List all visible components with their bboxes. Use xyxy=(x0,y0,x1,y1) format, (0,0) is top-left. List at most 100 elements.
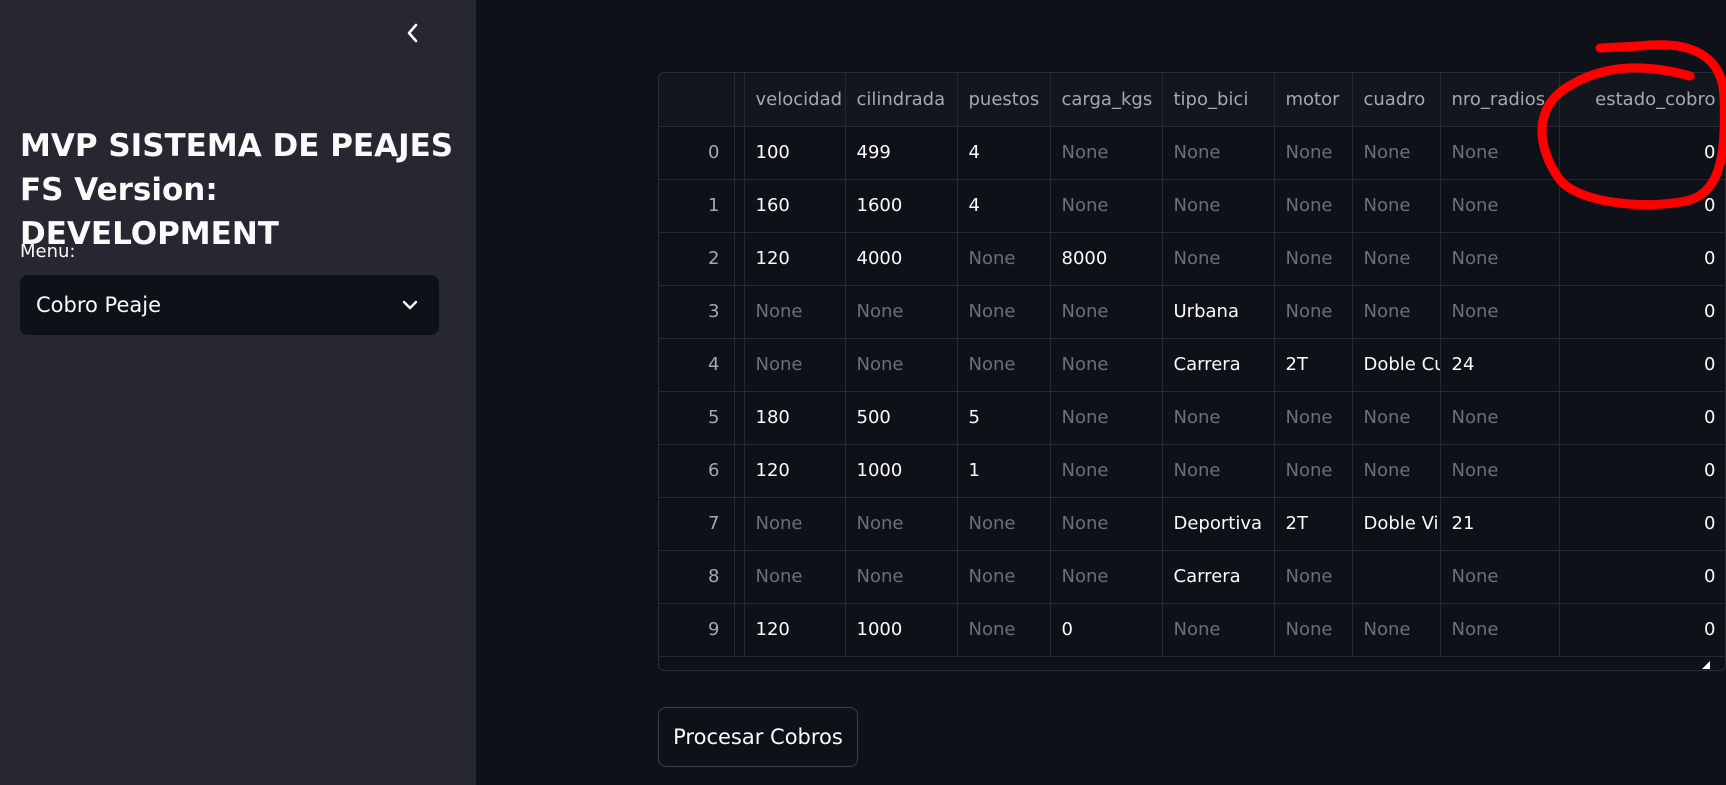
column-header-cilindrada[interactable]: cilindrada xyxy=(845,73,958,127)
table-cell[interactable]: None xyxy=(845,338,958,392)
table-cell[interactable]: None xyxy=(1050,126,1163,180)
table-cell[interactable]: None xyxy=(845,550,958,604)
table-cell[interactable]: None xyxy=(1274,550,1353,604)
table-cell[interactable]: 0 xyxy=(1559,391,1725,445)
table-cell[interactable]: None xyxy=(1274,391,1353,445)
table-cell[interactable]: 180 xyxy=(744,391,846,445)
table-cell[interactable]: None xyxy=(1050,550,1163,604)
table-cell[interactable]: 100 xyxy=(744,126,846,180)
table-cell[interactable]: 8000 xyxy=(1050,232,1163,286)
table-cell[interactable]: None xyxy=(1352,391,1441,445)
table-cell[interactable]: 4000 xyxy=(845,232,958,286)
table-cell[interactable]: 5 xyxy=(957,391,1051,445)
table-cell[interactable]: 21 xyxy=(1440,497,1560,551)
table-cell[interactable]: None xyxy=(1274,603,1353,657)
table-cell[interactable]: None xyxy=(1352,126,1441,180)
table-cell[interactable]: Doble Vi xyxy=(1352,497,1441,551)
column-header-cuadro[interactable]: cuadro xyxy=(1352,73,1441,127)
table-row[interactable]: 8 None None None None Carrera None None 0 xyxy=(659,550,1725,604)
table-cell[interactable]: 0 xyxy=(1050,603,1163,657)
table-cell[interactable]: Deportiva xyxy=(1162,497,1275,551)
table-cell[interactable]: None xyxy=(957,550,1051,604)
row-index[interactable]: 9 xyxy=(659,603,735,657)
table-cell[interactable]: None xyxy=(1352,179,1441,233)
row-index[interactable]: 2 xyxy=(659,232,735,286)
resize-handle[interactable] xyxy=(1702,661,1710,669)
table-cell[interactable]: 4 xyxy=(957,179,1051,233)
column-header-nro-radios[interactable]: nro_radios xyxy=(1440,73,1560,127)
table-cell[interactable]: 0 xyxy=(1559,497,1725,551)
table-cell[interactable]: 1000 xyxy=(845,603,958,657)
table-cell[interactable]: None xyxy=(1050,391,1163,445)
column-header-estado-cobro[interactable]: estado_cobro xyxy=(1559,73,1725,127)
table-cell[interactable]: 2T xyxy=(1274,497,1353,551)
row-index[interactable]: 8 xyxy=(659,550,735,604)
table-cell[interactable]: None xyxy=(744,497,846,551)
table-row[interactable]: 6 120 1000 1 None None None None None 0 xyxy=(659,444,1725,498)
row-index[interactable]: 4 xyxy=(659,338,735,392)
table-cell[interactable]: None xyxy=(1050,179,1163,233)
table-cell[interactable]: Carrera xyxy=(1162,550,1275,604)
column-header-velocidad[interactable]: velocidad xyxy=(744,73,846,127)
table-cell[interactable]: 0 xyxy=(1559,126,1725,180)
table-row[interactable]: 5 180 500 5 None None None None None 0 xyxy=(659,391,1725,445)
row-index[interactable]: 1 xyxy=(659,179,735,233)
table-cell[interactable]: None xyxy=(1440,126,1560,180)
table-cell[interactable]: None xyxy=(1440,603,1560,657)
table-cell[interactable]: 120 xyxy=(744,232,846,286)
table-cell[interactable]: None xyxy=(744,550,846,604)
table-cell[interactable]: 2T xyxy=(1274,338,1353,392)
table-cell[interactable]: 0 xyxy=(1559,338,1725,392)
table-row[interactable]: 9 120 1000 None 0 None None None None 0 xyxy=(659,603,1725,657)
table-cell[interactable]: 4 xyxy=(957,126,1051,180)
table-cell[interactable]: 0 xyxy=(1559,232,1725,286)
table-cell[interactable]: None xyxy=(1274,444,1353,498)
table-cell[interactable]: None xyxy=(1352,444,1441,498)
table-cell[interactable]: None xyxy=(957,497,1051,551)
table-cell[interactable]: None xyxy=(1162,603,1275,657)
table-cell[interactable]: Urbana xyxy=(1162,285,1275,339)
column-header-tipo-bici[interactable]: tipo_bici xyxy=(1162,73,1275,127)
table-cell[interactable]: 499 xyxy=(845,126,958,180)
table-cell[interactable]: 0 xyxy=(1559,603,1725,657)
table-cell[interactable]: 1000 xyxy=(845,444,958,498)
table-cell[interactable]: Carrera xyxy=(1162,338,1275,392)
table-cell[interactable]: None xyxy=(845,285,958,339)
table-cell[interactable] xyxy=(1352,550,1441,604)
table-cell[interactable]: None xyxy=(1162,232,1275,286)
column-header-carga-kgs[interactable]: carga_kgs xyxy=(1050,73,1163,127)
table-cell[interactable]: None xyxy=(1162,179,1275,233)
table-cell[interactable]: None xyxy=(1440,232,1560,286)
header-index[interactable] xyxy=(659,73,735,127)
table-cell[interactable]: 120 xyxy=(744,444,846,498)
table-cell[interactable]: 0 xyxy=(1559,550,1725,604)
table-cell[interactable]: None xyxy=(1050,285,1163,339)
table-cell[interactable]: None xyxy=(1274,179,1353,233)
table-cell[interactable]: None xyxy=(957,232,1051,286)
table-cell[interactable]: None xyxy=(957,285,1051,339)
table-cell[interactable]: None xyxy=(1274,232,1353,286)
process-charges-button[interactable]: Procesar Cobros xyxy=(658,707,858,767)
data-table[interactable]: velocidad cilindrada puestos carga_kgs tipo_… xyxy=(658,72,1726,671)
table-cell[interactable]: 1 xyxy=(957,444,1051,498)
table-cell[interactable]: None xyxy=(744,285,846,339)
menu-select[interactable]: Cobro Peaje xyxy=(20,275,439,335)
table-cell[interactable]: Doble Cu xyxy=(1352,338,1441,392)
table-cell[interactable]: None xyxy=(1440,444,1560,498)
table-cell[interactable]: None xyxy=(1352,603,1441,657)
table-cell[interactable]: None xyxy=(1050,497,1163,551)
table-cell[interactable]: None xyxy=(1440,391,1560,445)
table-cell[interactable]: None xyxy=(1162,391,1275,445)
table-cell[interactable]: 120 xyxy=(744,603,846,657)
table-cell[interactable]: 500 xyxy=(845,391,958,445)
table-cell[interactable]: None xyxy=(957,603,1051,657)
table-cell[interactable]: None xyxy=(1440,550,1560,604)
table-cell[interactable]: 24 xyxy=(1440,338,1560,392)
table-cell[interactable]: None xyxy=(1440,285,1560,339)
table-row[interactable]: 4 None None None None Carrera 2T Doble Cu 24 0 xyxy=(659,338,1725,392)
table-cell[interactable]: 0 xyxy=(1559,179,1725,233)
table-cell[interactable]: None xyxy=(1162,126,1275,180)
row-index[interactable]: 7 xyxy=(659,497,735,551)
table-cell[interactable]: None xyxy=(1050,338,1163,392)
collapse-sidebar-button[interactable] xyxy=(398,16,428,50)
